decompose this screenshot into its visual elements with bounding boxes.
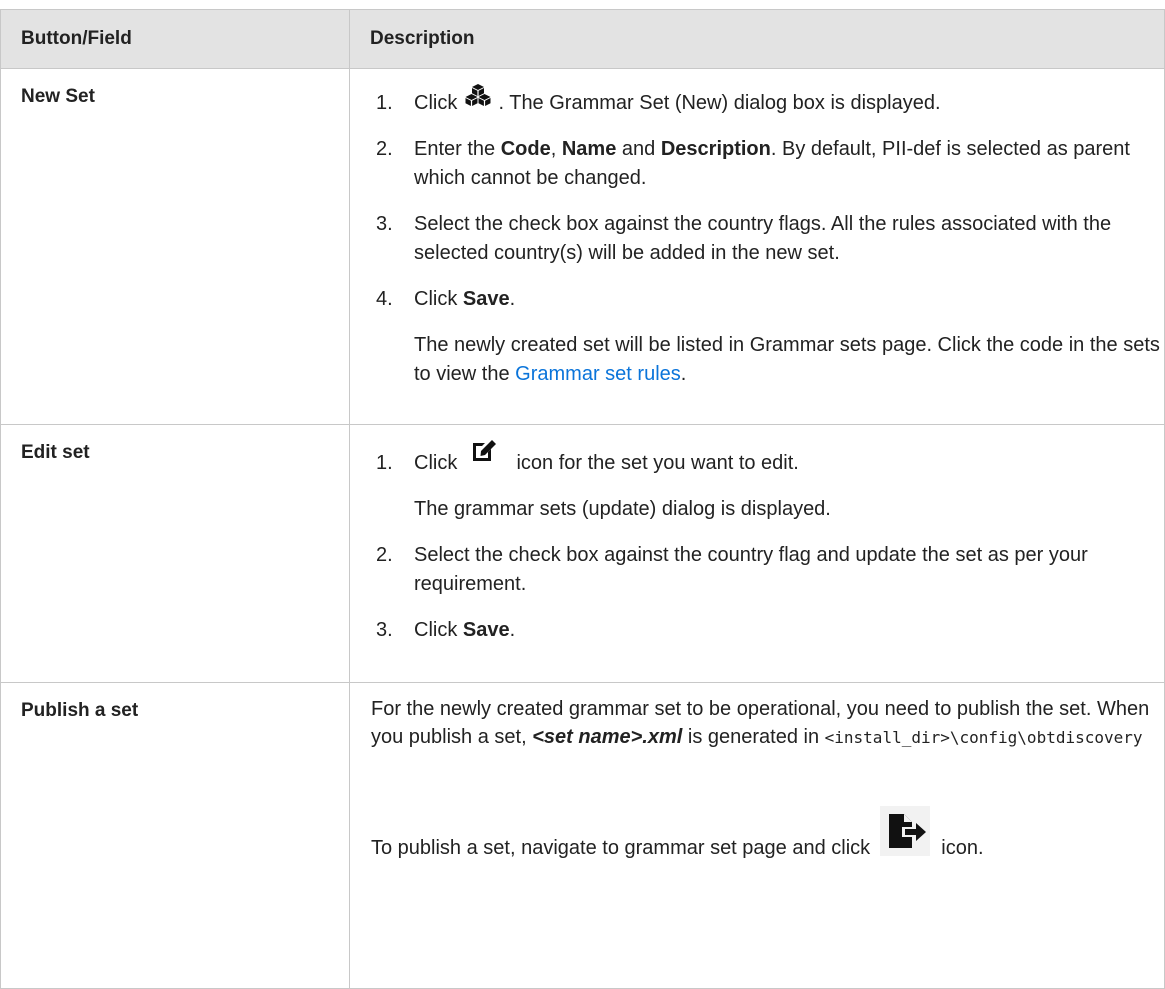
publish-instruction: To publish a set, navigate to grammar se…	[371, 806, 1154, 862]
field-edit-set: Edit set	[0, 424, 350, 683]
install-path: <install_dir>\config\obtdiscovery	[824, 728, 1143, 747]
step-1: 1. Click . The Grammar Set (New) dialog …	[368, 84, 1164, 118]
edit-icon	[471, 439, 497, 472]
header-description: Description	[349, 9, 1165, 69]
description-new-set: 1. Click . The Grammar Set (New) dialog …	[349, 68, 1165, 425]
table-row: New Set 1. Click . The Grammar Set (New)…	[0, 68, 1165, 425]
header-button-field: Button/Field	[0, 9, 350, 69]
edit-set-note: The grammar sets (update) dialog is disp…	[414, 498, 831, 520]
step-2: 2. Select the check box against the coun…	[376, 544, 1088, 595]
table-row: Edit set 1. Click icon for the set you w…	[0, 424, 1165, 683]
grammar-set-rules-link[interactable]: Grammar set rules	[515, 363, 681, 385]
description-publish-set: For the newly created grammar set to be …	[349, 682, 1165, 989]
step-4: 4. Click Save.	[376, 288, 516, 310]
reference-table: Button/Field Description New Set 1. Clic…	[0, 9, 1165, 989]
step-3: 3. Click Save.	[376, 619, 516, 641]
publish-icon	[879, 806, 930, 864]
new-set-note: The newly created set will be listed in …	[414, 334, 1160, 385]
description-edit-set: 1. Click icon for the set you want to ed…	[349, 424, 1165, 683]
field-publish-set: Publish a set	[0, 682, 350, 989]
table-row: Publish a set For the newly created gram…	[0, 682, 1165, 989]
step-1: 1. Click icon for the set you want to ed…	[368, 440, 1164, 478]
step-3: 3. Select the check box against the coun…	[376, 213, 1112, 264]
field-new-set: New Set	[0, 68, 350, 425]
table-header-row: Button/Field Description	[0, 9, 1165, 69]
publish-paragraph: For the newly created grammar set to be …	[371, 698, 1150, 748]
cubes-icon	[465, 83, 491, 116]
step-2: 2. Enter the Code, Name and Description.…	[376, 138, 1130, 189]
